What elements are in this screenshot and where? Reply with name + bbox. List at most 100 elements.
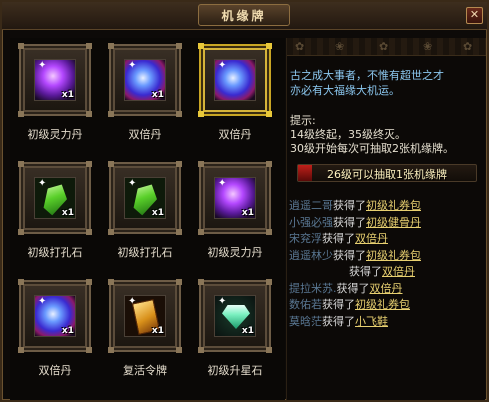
card-grid: ✦ x1 初级灵力丹 ✦ x1 双倍丹 ✦ 双倍丹 ✦ x1 初级打孔石 ✦ x1 初级打孔石 ✦ x1 初级灵…	[10, 38, 285, 400]
item-name: 初级升星石	[207, 364, 263, 377]
log-entry: 逍遥林少获得了初级礼券包	[289, 248, 486, 265]
flower-ornament-icon: ✿	[295, 40, 305, 53]
log-verb: 获得了	[336, 281, 370, 295]
card-slot[interactable]: ✦ x1 初级灵力丹	[10, 38, 100, 156]
card-frame: ✦ x1	[108, 161, 182, 235]
level-progress-bar: 26级可以抽取1张机缘牌	[297, 164, 477, 182]
gold-token-icon: ✦ x1	[124, 295, 166, 337]
flower-ornament-icon: ❀	[335, 40, 345, 53]
fortune-card-window: 机缘牌 ✕ ✦ x1 初级灵力丹 ✦ x1 双倍丹 ✦ 双倍丹 ✦ x1 初级打孔石 ✦ x1 初级打孔石…	[0, 0, 489, 402]
window-title: 机缘牌	[221, 8, 267, 23]
log-entry: 小强必强获得了初级健骨丹	[289, 215, 486, 232]
tip-line: 30级开始每次可抽取2张机缘牌。	[290, 142, 454, 155]
title-bar[interactable]: 机缘牌 ✕	[2, 2, 487, 30]
item-name: 双倍丹	[218, 128, 252, 141]
card-slot[interactable]: ✦ x1 复活令牌	[100, 274, 190, 392]
log-entry: 提拉米苏.获得了双倍丹	[289, 281, 486, 298]
tip-line: 14级终起，35级终灭。	[290, 128, 406, 141]
log-entry: 获得了双倍丹	[289, 264, 486, 281]
log-verb: 获得了	[322, 232, 355, 245]
item-quantity: x1	[241, 208, 254, 218]
card-slot[interactable]: ✦ x1 初级升星石	[190, 274, 280, 392]
sparkle-icon: ✦	[38, 178, 47, 189]
reward-item-link[interactable]: 小飞鞋	[355, 315, 388, 328]
card-slot[interactable]: ✦ 双倍丹	[190, 38, 280, 156]
item-quantity: x1	[241, 326, 254, 336]
sparkle-icon: ✦	[218, 178, 227, 189]
item-quantity: x1	[151, 90, 164, 100]
close-button[interactable]: ✕	[466, 7, 483, 24]
reward-item-link[interactable]: 初级礼券包	[366, 249, 421, 262]
card-slot[interactable]: ✦ x1 初级打孔石	[10, 156, 100, 274]
log-entry: 宋兖浮获得了双倍丹	[289, 231, 486, 248]
intro-line: 古之成大事者，不惟有超世之才	[290, 69, 444, 82]
card-frame: ✦ x1	[108, 43, 182, 117]
tips-title: 提示:	[290, 114, 316, 127]
card-frame: ✦ x1	[18, 43, 92, 117]
log-verb: 获得了	[333, 199, 366, 212]
item-quantity: x1	[151, 326, 164, 336]
reward-log: 逍遥二哥获得了初级礼券包 小强必强获得了初级健骨丹 宋兖浮获得了双倍丹 逍遥林少获得了…	[289, 198, 486, 330]
log-verb: 获得了	[333, 248, 366, 262]
reward-item-link[interactable]: 双倍丹	[382, 265, 415, 278]
info-panel: ✿ ❀ ✿ ❀ ✿ 古之成大事者，不惟有超世之才 亦必有大福缘大机运。 提示: …	[286, 38, 486, 400]
purple-orb-icon: ✦ x1	[214, 177, 256, 219]
card-slot[interactable]: ✦ x1 双倍丹	[100, 38, 190, 156]
card-frame: ✦ x1	[198, 161, 272, 235]
decorative-band: ✿ ❀ ✿ ❀ ✿	[287, 38, 486, 56]
sparkle-icon: ✦	[128, 178, 137, 189]
tips-text: 提示: 14级终起，35级终灭。 30级开始每次可抽取2张机缘牌。	[290, 114, 486, 156]
item-quantity: x1	[61, 208, 74, 218]
intro-line: 亦必有大福缘大机运。	[290, 84, 400, 97]
blue-orb-icon: ✦ x1	[34, 295, 76, 337]
item-name: 双倍丹	[38, 364, 72, 377]
player-name: 提拉米苏.	[289, 281, 337, 295]
item-name: 初级灵力丹	[207, 246, 263, 259]
diamond-icon: ✦ x1	[214, 295, 256, 337]
card-slot[interactable]: ✦ x1 初级打孔石	[100, 156, 190, 274]
sparkle-icon: ✦	[218, 296, 227, 307]
card-slot[interactable]: ✦ x1 双倍丹	[10, 274, 100, 392]
log-verb: 获得了	[349, 265, 382, 278]
card-slot[interactable]: ✦ x1 初级灵力丹	[190, 156, 280, 274]
item-quantity: x1	[61, 326, 74, 336]
card-frame: ✦ x1	[108, 279, 182, 353]
sparkle-icon: ✦	[128, 296, 137, 307]
item-quantity: x1	[151, 208, 164, 218]
player-name: 逍遥林少	[289, 248, 333, 262]
log-entry: 莫晗茫获得了小飞鞋	[289, 314, 486, 331]
flower-ornament-icon: ❀	[423, 40, 433, 53]
sparkle-icon: ✦	[218, 60, 227, 71]
reward-item-link[interactable]: 双倍丹	[355, 232, 388, 245]
player-name: 逍遥二哥	[289, 199, 333, 212]
log-entry: 数佑若获得了初级礼券包	[289, 297, 486, 314]
green-gem-icon: ✦ x1	[34, 177, 76, 219]
card-frame: ✦ x1	[18, 279, 92, 353]
sparkle-icon: ✦	[38, 60, 47, 71]
sparkle-icon: ✦	[128, 60, 137, 71]
purple-orb-icon: ✦ x1	[34, 59, 76, 101]
reward-item-link[interactable]: 初级礼券包	[355, 298, 410, 311]
player-name: 小强必强	[289, 215, 333, 229]
log-verb: 获得了	[322, 298, 355, 311]
card-frame: ✦ x1	[18, 161, 92, 235]
selected-card-frame: ✦	[198, 43, 272, 117]
sparkle-icon: ✦	[38, 296, 47, 307]
item-name: 初级灵力丹	[27, 128, 83, 141]
item-quantity: x1	[61, 90, 74, 100]
reward-item-link[interactable]: 初级礼券包	[366, 199, 421, 212]
item-name: 复活令牌	[123, 364, 167, 377]
reward-item-link[interactable]: 双倍丹	[370, 282, 403, 295]
log-verb: 获得了	[322, 314, 355, 328]
flower-ornament-icon: ✿	[379, 40, 389, 53]
player-name: 宋兖浮	[289, 232, 322, 245]
blue-orb-icon: ✦	[214, 59, 256, 101]
player-name: 莫晗茫	[289, 314, 322, 328]
card-frame: ✦ x1	[198, 279, 272, 353]
player-name: 数佑若	[289, 298, 322, 311]
item-name: 初级打孔石	[27, 246, 83, 259]
reward-item-link[interactable]: 初级健骨丹	[366, 216, 421, 229]
log-entry: 逍遥二哥获得了初级礼券包	[289, 198, 486, 215]
item-name: 初级打孔石	[117, 246, 173, 259]
blue-orb-icon: ✦ x1	[124, 59, 166, 101]
